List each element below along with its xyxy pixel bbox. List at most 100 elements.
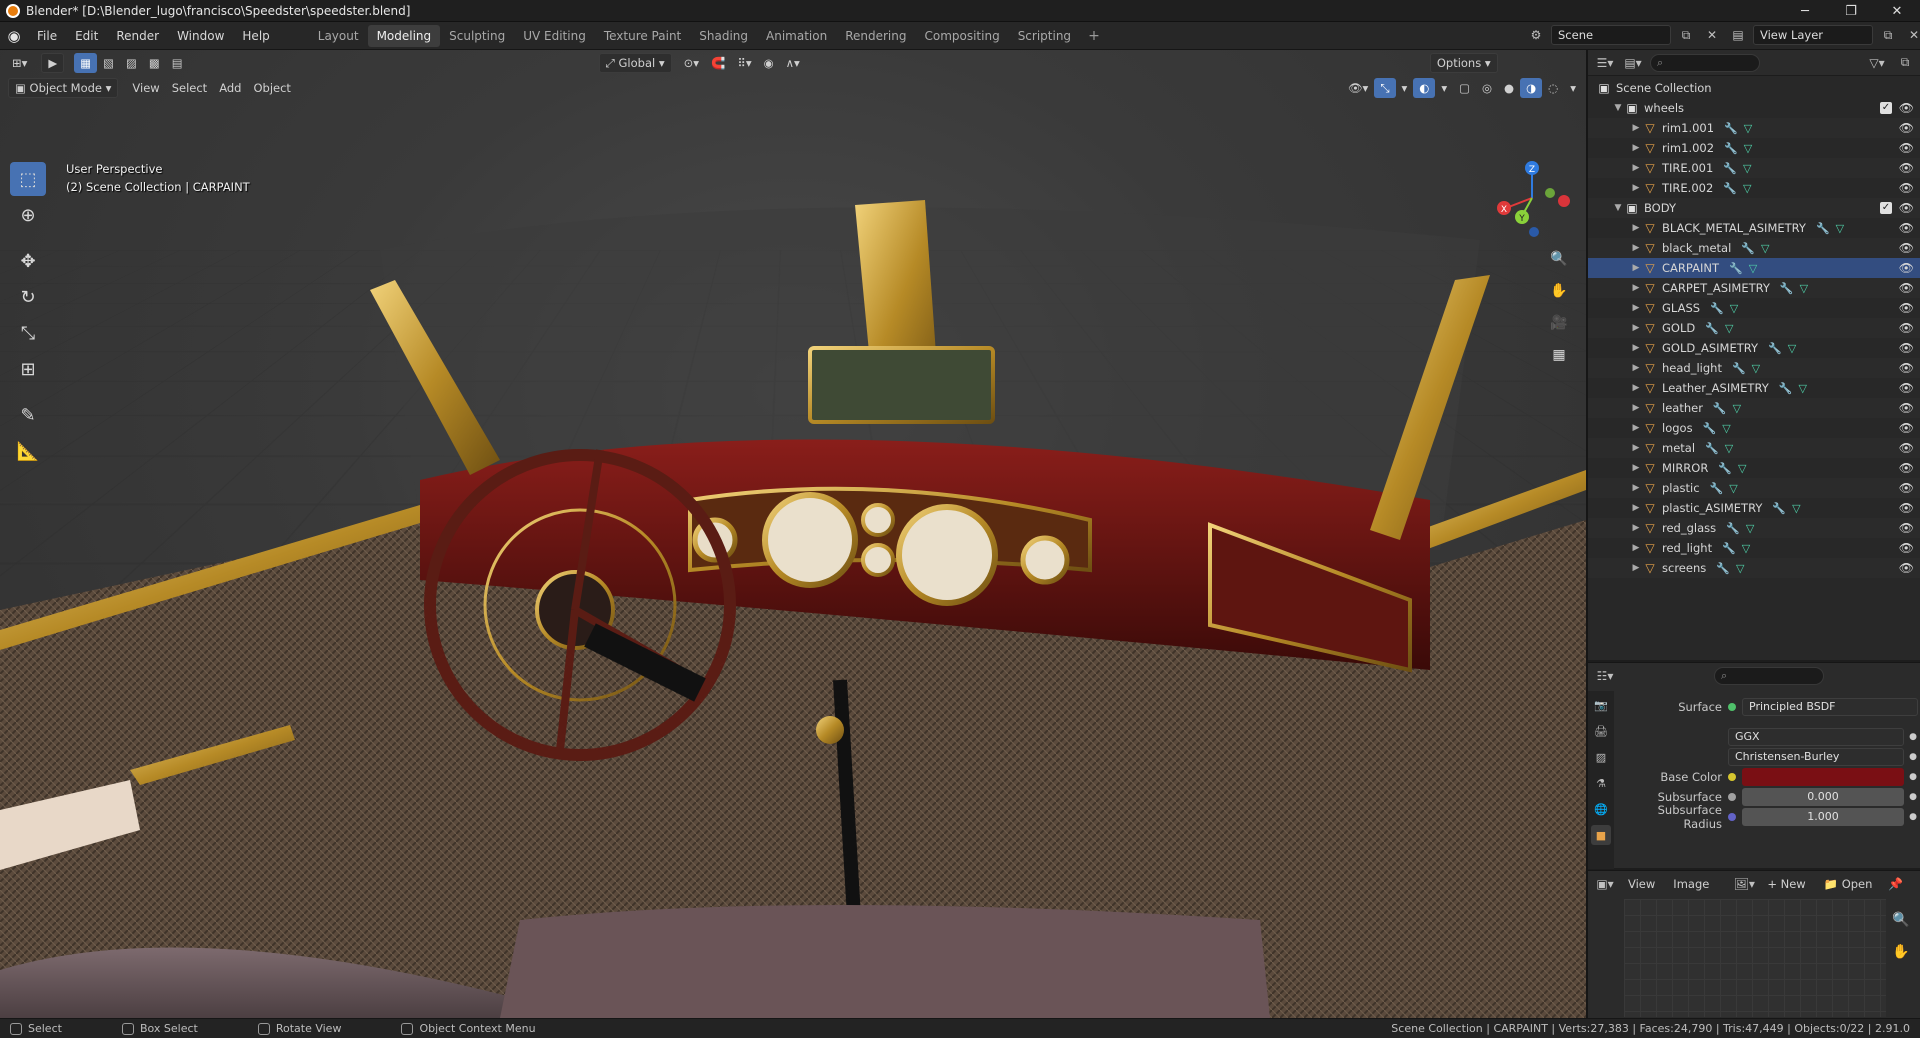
outliner-object-row[interactable]: ▶ ▽ plastic_ASIMETRY 🔧 ▽ 👁 xyxy=(1588,498,1920,518)
modifier-wrench-icon[interactable]: 🔧 xyxy=(1718,462,1732,475)
expand-arrow-right-icon[interactable]: ▶ xyxy=(1630,543,1642,553)
outliner-collection-row[interactable]: ▼ ▣ BODY ✓ 👁 xyxy=(1588,198,1920,218)
visibility-eye-icon[interactable]: 👁 xyxy=(1899,561,1914,575)
shading-material-icon[interactable]: ◑ xyxy=(1520,78,1543,98)
expand-arrow-right-icon[interactable]: ▶ xyxy=(1630,223,1642,233)
tab-texture-paint[interactable]: Texture Paint xyxy=(595,25,690,47)
shading-wireframe-icon[interactable]: ◎ xyxy=(1476,78,1498,98)
properties-editor-type-icon[interactable]: ☷▾ xyxy=(1594,666,1616,686)
open-image-button[interactable]: 📁 Open xyxy=(1818,874,1879,894)
world-tab-icon[interactable]: 🌐 xyxy=(1591,799,1611,819)
outliner-object-row[interactable]: ▶ ▽ GLASS 🔧 ▽ 👁 xyxy=(1588,298,1920,318)
delete-view-layer-icon[interactable]: ✕ xyxy=(1903,25,1920,45)
object-tab-icon[interactable]: ■ xyxy=(1591,825,1611,845)
visibility-eye-icon[interactable]: 👁 xyxy=(1899,541,1914,555)
expand-arrow-right-icon[interactable]: ▶ xyxy=(1630,403,1642,413)
visibility-eye-icon[interactable]: 👁 xyxy=(1899,161,1914,175)
gizmo-neg-x[interactable] xyxy=(1558,195,1570,207)
expand-arrow-right-icon[interactable]: ▶ xyxy=(1630,163,1642,173)
view-layer-tab-icon[interactable]: ▨ xyxy=(1591,747,1611,767)
display-mode-icon[interactable]: ▤▾ xyxy=(1622,53,1644,73)
modifier-wrench-icon[interactable]: 🔧 xyxy=(1768,342,1782,355)
add-workspace-icon[interactable]: + xyxy=(1080,28,1108,44)
visibility-eye-icon[interactable]: 👁 xyxy=(1899,261,1914,275)
subsurface-field[interactable]: 0.000 xyxy=(1742,788,1904,806)
modifier-wrench-icon[interactable]: 🔧 xyxy=(1710,482,1724,495)
expand-arrow-right-icon[interactable]: ▶ xyxy=(1630,523,1642,533)
mesh-data-icon[interactable]: ▽ xyxy=(1733,402,1741,415)
outliner-object-row[interactable]: ▶ ▽ logos 🔧 ▽ 👁 xyxy=(1588,418,1920,438)
view-layer-field[interactable]: View Layer xyxy=(1753,25,1873,45)
mesh-data-icon[interactable]: ▽ xyxy=(1798,382,1806,395)
visibility-eye-icon[interactable]: 👁 xyxy=(1899,301,1914,315)
outliner-object-row[interactable]: ▶ ▽ red_light 🔧 ▽ 👁 xyxy=(1588,538,1920,558)
visibility-eye-icon[interactable]: 👁 xyxy=(1899,221,1914,235)
gizmo-neg-y[interactable] xyxy=(1545,188,1555,198)
tab-sculpting[interactable]: Sculpting xyxy=(440,25,514,47)
outliner-object-row[interactable]: ▶ ▽ leather 🔧 ▽ 👁 xyxy=(1588,398,1920,418)
select-box-tool-icon[interactable]: ⬚ xyxy=(10,162,46,196)
outliner-collection-row[interactable]: ▼ ▣ wheels ✓ 👁 xyxy=(1588,98,1920,118)
modifier-wrench-icon[interactable]: 🔧 xyxy=(1710,302,1724,315)
new-image-button[interactable]: + New xyxy=(1761,874,1811,894)
snap-target-icon[interactable]: ⠿▾ xyxy=(731,53,757,73)
outliner-object-row[interactable]: ▶ ▽ rim1.001 🔧 ▽ 👁 xyxy=(1588,118,1920,138)
modifier-wrench-icon[interactable]: 🔧 xyxy=(1723,182,1737,195)
tab-uv-editing[interactable]: UV Editing xyxy=(514,25,595,47)
rotate-tool-icon[interactable]: ↻ xyxy=(10,280,46,314)
expand-arrow-right-icon[interactable]: ▶ xyxy=(1630,123,1642,133)
modifier-wrench-icon[interactable]: 🔧 xyxy=(1729,262,1743,275)
mesh-data-icon[interactable]: ▽ xyxy=(1749,262,1757,275)
visibility-eye-icon[interactable]: 👁 xyxy=(1899,501,1914,515)
distribution-dropdown[interactable]: GGX xyxy=(1728,728,1904,746)
new-scene-icon[interactable]: ⧉ xyxy=(1675,25,1697,45)
mesh-data-icon[interactable]: ▽ xyxy=(1743,162,1751,175)
mesh-data-icon[interactable]: ▽ xyxy=(1788,342,1796,355)
proportional-edit-icon[interactable]: ◉ xyxy=(758,53,780,73)
visibility-eye-icon[interactable]: 👁 xyxy=(1899,401,1914,415)
modifier-wrench-icon[interactable]: 🔧 xyxy=(1713,402,1727,415)
expand-arrow-right-icon[interactable]: ▶ xyxy=(1630,303,1642,313)
visibility-eye-icon[interactable]: 👁 xyxy=(1899,441,1914,455)
expand-arrow-right-icon[interactable]: ▶ xyxy=(1630,183,1642,193)
outliner-object-row[interactable]: ▶ ▽ plastic 🔧 ▽ 👁 xyxy=(1588,478,1920,498)
menu-help[interactable]: Help xyxy=(233,22,278,50)
pan-hand-icon[interactable]: ✋ xyxy=(1546,278,1572,304)
tab-animation[interactable]: Animation xyxy=(757,25,836,47)
outliner-editor-type-icon[interactable]: ☰▾ xyxy=(1594,53,1616,73)
snap-icon[interactable]: 🧲 xyxy=(705,53,731,73)
mesh-data-icon[interactable]: ▽ xyxy=(1729,482,1737,495)
menu-render[interactable]: Render xyxy=(107,22,168,50)
pin-icon[interactable]: 📌 xyxy=(1884,874,1906,894)
mesh-data-icon[interactable]: ▽ xyxy=(1761,242,1769,255)
blender-menu-icon[interactable]: ◉ xyxy=(0,22,28,50)
visibility-eye-icon[interactable]: 👁 xyxy=(1899,381,1914,395)
visibility-eye-icon[interactable]: 👁 xyxy=(1899,481,1914,495)
editor-type-icon[interactable]: ⊞▾ xyxy=(6,53,33,73)
visibility-icon[interactable]: 👁▾ xyxy=(1342,78,1374,98)
outliner-object-row[interactable]: ▶ ▽ head_light 🔧 ▽ 👁 xyxy=(1588,358,1920,378)
mesh-data-icon[interactable]: ▽ xyxy=(1836,222,1844,235)
scene-icon[interactable]: ⚙ xyxy=(1525,25,1547,45)
menu-object[interactable]: Object xyxy=(247,78,296,98)
xray-icon[interactable]: ▢ xyxy=(1453,78,1476,98)
outliner-object-row[interactable]: ▶ ▽ BLACK_METAL_ASIMETRY 🔧 ▽ 👁 xyxy=(1588,218,1920,238)
scale-tool-icon[interactable]: ⤡ xyxy=(10,316,46,350)
expand-arrow-right-icon[interactable]: ▶ xyxy=(1630,323,1642,333)
image-menu-view[interactable]: View xyxy=(1622,874,1661,894)
image-menu-image[interactable]: Image xyxy=(1667,874,1715,894)
exclude-checkbox[interactable]: ✓ xyxy=(1880,202,1892,214)
mesh-data-icon[interactable]: ▽ xyxy=(1738,462,1746,475)
image-pan-hand-icon[interactable]: ✋ xyxy=(1888,939,1914,965)
modifier-wrench-icon[interactable]: 🔧 xyxy=(1722,542,1736,555)
gizmo-neg-z[interactable] xyxy=(1529,227,1539,237)
mesh-data-icon[interactable]: ▽ xyxy=(1800,282,1808,295)
3d-viewport[interactable]: ⊞▾ ▶ ▦ ▧ ▨ ▩ ▤ ⤢ Global ▾ ⊙▾ 🧲 ⠿▾ ◉ ∧▾ O… xyxy=(0,50,1586,1018)
expand-arrow-down-icon[interactable]: ▼ xyxy=(1612,103,1624,113)
shading-solid-icon[interactable]: ● xyxy=(1498,78,1520,98)
transform-tool-icon[interactable]: ⊞ xyxy=(10,352,46,386)
outliner-object-row[interactable]: ▶ ▽ Leather_ASIMETRY 🔧 ▽ 👁 xyxy=(1588,378,1920,398)
properties-search-input[interactable]: ⌕ xyxy=(1714,667,1824,685)
mesh-data-icon[interactable]: ▽ xyxy=(1725,442,1733,455)
modifier-wrench-icon[interactable]: 🔧 xyxy=(1724,122,1738,135)
